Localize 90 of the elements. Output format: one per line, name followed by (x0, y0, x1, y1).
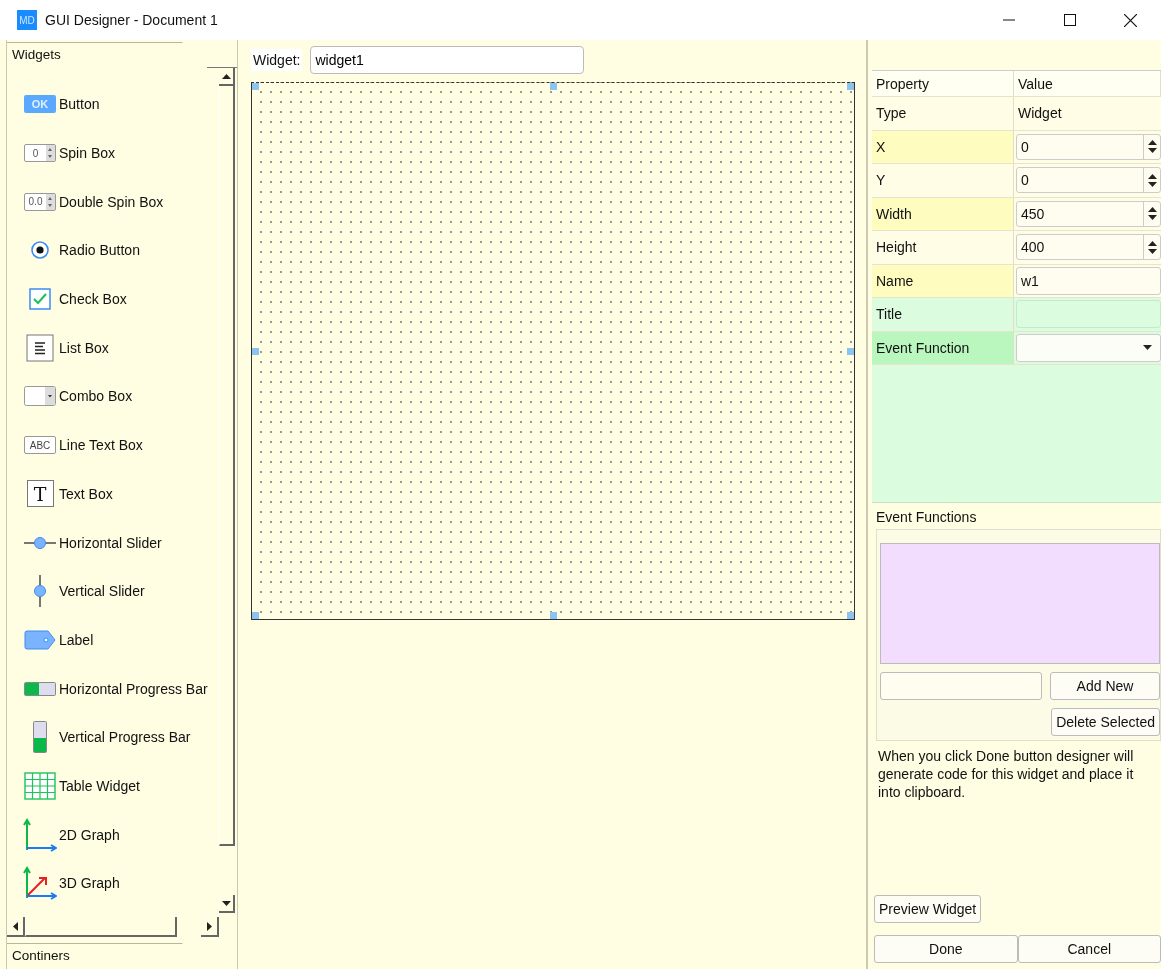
design-canvas[interactable] (251, 82, 855, 620)
widget-palette-item[interactable]: Table Widget (59, 777, 140, 794)
resize-handle[interactable] (847, 347, 854, 355)
resize-handle[interactable] (252, 612, 259, 619)
property-name: Height (872, 231, 1014, 264)
widget-palette-item[interactable]: Button (59, 96, 100, 113)
spin-box-icon: 0.0 (24, 192, 56, 211)
spin-box[interactable]: 450 (1016, 200, 1161, 227)
left-arrow-icon (12, 921, 18, 931)
spin-box[interactable]: 400 (1016, 234, 1161, 261)
resize-handle[interactable] (549, 83, 557, 90)
spin-box[interactable]: 0 (1016, 133, 1161, 160)
minimize-icon[interactable] (1002, 19, 1015, 21)
widget-palette-item[interactable]: Vertical Progress Bar (59, 729, 191, 746)
vertical-progress-bar-icon (33, 721, 47, 754)
dialog-button[interactable]: Cancel (1017, 935, 1161, 963)
resize-handle[interactable] (252, 83, 259, 90)
widget-palette-item[interactable]: Label (59, 631, 94, 648)
combo-box-icon (24, 386, 56, 407)
down-arrow-icon (1147, 181, 1157, 187)
axes-icon (23, 817, 57, 852)
close-icon[interactable] (1124, 13, 1137, 27)
widget-palette-item[interactable]: Spin Box (59, 145, 116, 162)
widget-palette-item[interactable]: Horizontal Progress Bar (59, 680, 208, 697)
down-arrow-icon (221, 900, 231, 906)
resize-handle[interactable] (847, 83, 854, 90)
tag-icon (24, 629, 56, 650)
widget-palette-item[interactable]: Double Spin Box (59, 193, 164, 210)
spin-box[interactable]: 0 (1016, 167, 1161, 194)
property-name: Width (872, 197, 1014, 230)
right-arrow-icon (206, 921, 212, 931)
app-icon: MD (17, 10, 37, 30)
property-name: X (872, 130, 1014, 163)
property-name: Event Function (872, 331, 1014, 364)
event-function-list[interactable] (880, 543, 1160, 664)
value-text: Widget (1017, 105, 1062, 122)
button-icon: OK (24, 95, 56, 114)
widget-palette-item[interactable]: Line Text Box (59, 437, 143, 454)
spin-box-icon: 0 (24, 144, 56, 163)
widget-name-field[interactable]: widget1 (310, 46, 585, 74)
vertical-slider-icon (33, 575, 47, 608)
property-name: Y (872, 164, 1014, 197)
widget-label: Widget: (251, 49, 303, 71)
text-box-icon: T (26, 480, 54, 508)
text-field[interactable]: w1 (1016, 266, 1161, 295)
up-arrow-icon (1147, 240, 1157, 246)
up-arrow-icon (221, 73, 231, 79)
delete-selected-button[interactable]: Delete Selected (1051, 708, 1160, 736)
section-title: Event Functions (875, 508, 978, 527)
widget-palette-item[interactable]: Radio Button (59, 242, 140, 259)
dialog-button[interactable]: Done (874, 935, 1018, 963)
table-icon (24, 771, 56, 800)
up-arrow-icon (1147, 207, 1157, 213)
resize-handle[interactable] (847, 612, 854, 619)
add-new-button[interactable]: Add New (1050, 672, 1160, 700)
widget-palette-item[interactable]: Combo Box (59, 388, 133, 405)
property-name: Type (872, 97, 1014, 130)
column-header: Value (1014, 71, 1161, 96)
checkbox-icon (29, 288, 51, 311)
3d-axes-icon (23, 866, 57, 901)
down-arrow-icon (1147, 248, 1157, 254)
resize-handle[interactable] (549, 612, 557, 619)
maximize-icon[interactable] (1063, 14, 1076, 26)
list-box-icon (26, 333, 54, 362)
horizontal-progress-bar-icon (24, 681, 56, 696)
down-arrow-icon (1147, 215, 1157, 221)
radio-button-icon (30, 240, 50, 261)
widget-palette-item[interactable]: Check Box (59, 291, 127, 308)
property-name: Name (872, 264, 1014, 297)
horizontal-scrollbar[interactable] (7, 917, 219, 937)
horizontal-slider-icon (24, 535, 56, 550)
up-arrow-icon (1147, 173, 1157, 179)
widget-palette-item[interactable]: Vertical Slider (59, 583, 145, 600)
up-arrow-icon (1147, 140, 1157, 146)
widget-palette-item[interactable]: 3D Graph (59, 875, 120, 892)
preview-widget-button[interactable]: Preview Widget (874, 895, 982, 923)
event-name-field[interactable] (880, 672, 1042, 700)
widget-palette-item[interactable]: 2D Graph (59, 826, 120, 843)
vertical-scrollbar[interactable] (219, 68, 235, 913)
widget-palette-item[interactable]: Text Box (59, 485, 113, 502)
help-text: When you click Done button designer will generate code for this widget and place it into clipboard. (877, 747, 1135, 801)
column-header: Property (872, 71, 1014, 96)
dropdown[interactable] (1016, 333, 1161, 362)
line-edit-icon: ABC (24, 436, 56, 455)
down-arrow-icon (1143, 345, 1152, 351)
widget-palette-item[interactable]: Horizontal Slider (59, 534, 162, 551)
window-title: GUI Designer - Document 1 (45, 12, 218, 28)
resize-handle[interactable] (252, 347, 259, 355)
down-arrow-icon (1147, 148, 1157, 154)
widget-palette-item[interactable]: List Box (59, 339, 109, 356)
